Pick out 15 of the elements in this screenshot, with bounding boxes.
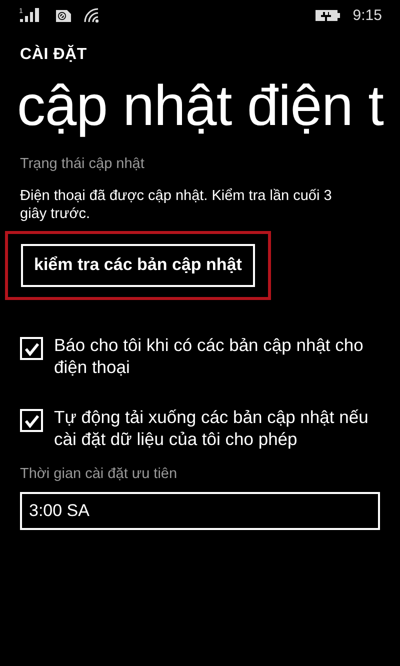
- wifi-icon: [84, 8, 100, 22]
- check-icon: [24, 414, 40, 428]
- app-title: CÀI ĐẶT: [20, 46, 88, 64]
- check-icon: [24, 342, 40, 356]
- field-label: Thời gian cài đặt ưu tiên: [20, 466, 178, 482]
- checkbox[interactable]: [20, 409, 43, 432]
- checkbox-label: Tự động tải xuống các bản cập nhật nếu cài đặt dữ liệu của tôi cho phép: [54, 406, 370, 450]
- battery-charging-icon: [314, 8, 341, 22]
- time-field[interactable]: 3:00 SA: [20, 492, 380, 530]
- status-message: Điện thoại đã được cập nhật. Kiểm tra lần cuối 3 giây trước.: [20, 187, 333, 223]
- checkbox-label: Báo cho tôi khi có các bản cập nhật cho điện thoại: [54, 334, 364, 378]
- check-updates-button[interactable]: kiểm tra các bản cập nhật: [21, 244, 255, 287]
- clock-time: 9:15: [352, 6, 382, 24]
- checkbox[interactable]: [20, 337, 43, 360]
- section-label: Trạng thái cập nhật: [20, 156, 146, 172]
